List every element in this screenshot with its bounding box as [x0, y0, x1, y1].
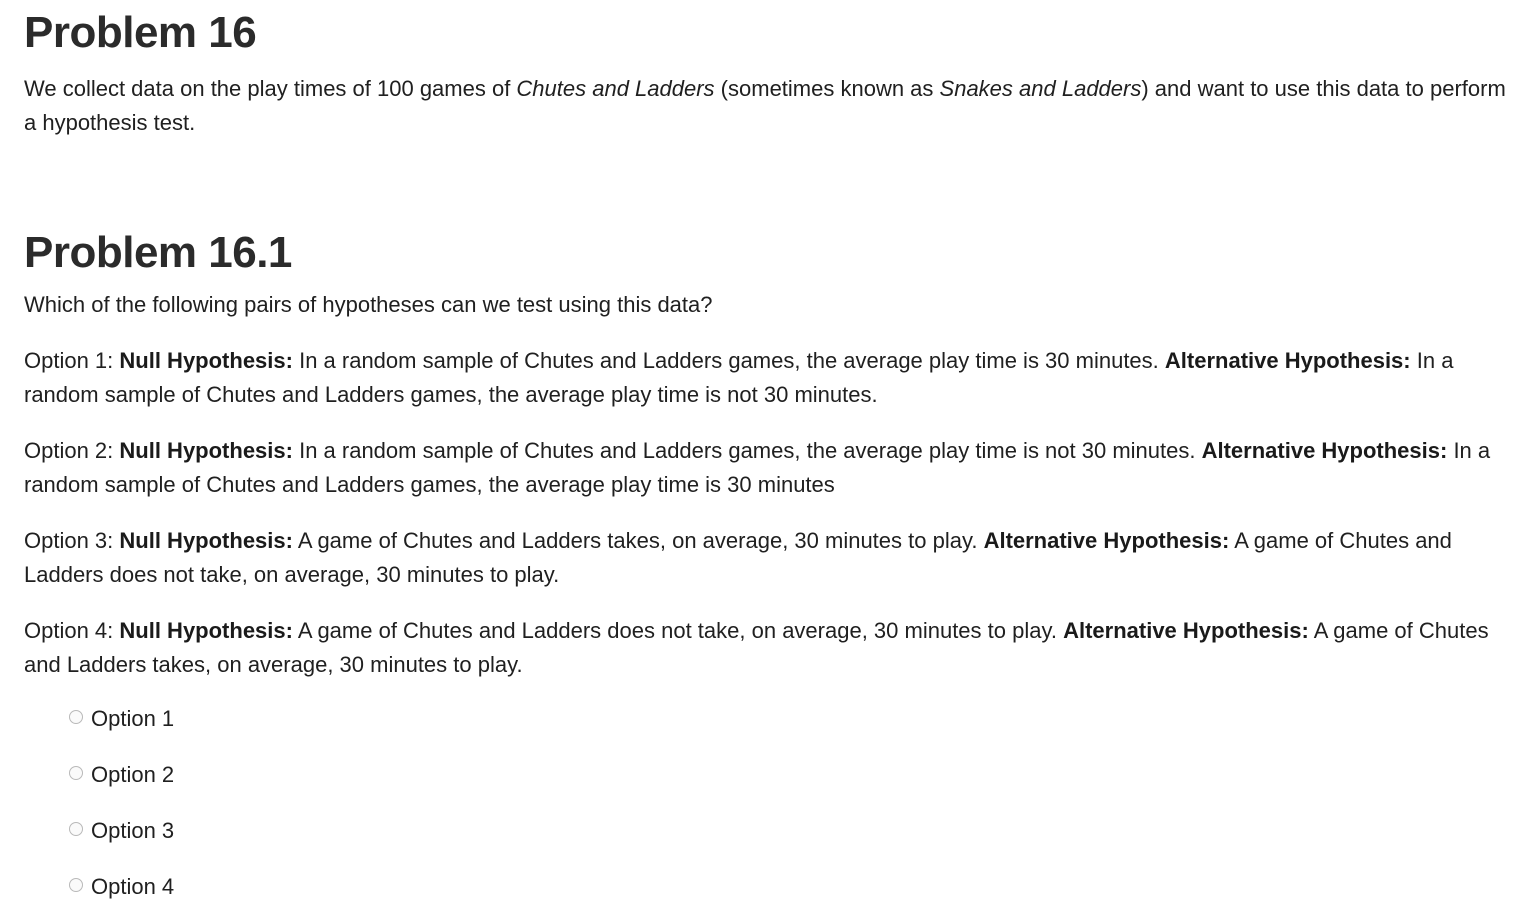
alternative-hypothesis-label: Alternative Hypothesis: — [1063, 618, 1309, 643]
intro-text-2: (sometimes known as — [714, 76, 940, 101]
answer-choice-option-1[interactable]: Option 1 — [69, 702, 1528, 736]
question-text: Which of the following pairs of hypothes… — [24, 292, 713, 317]
answer-choices: Option 1 Option 2 Option 3 Option 4 — [69, 702, 1528, 904]
radio-button[interactable] — [69, 766, 83, 780]
answer-choice-option-2[interactable]: Option 2 — [69, 758, 1528, 792]
option-prefix: Option 3: — [24, 528, 120, 553]
option-4-description: Option 4: Null Hypothesis: A game of Chu… — [24, 614, 1512, 682]
radio-button[interactable] — [69, 710, 83, 724]
choice-label[interactable]: Option 1 — [91, 702, 174, 736]
null-hypothesis-text: A game of Chutes and Ladders does not ta… — [292, 618, 1064, 643]
answer-choice-option-4[interactable]: Option 4 — [69, 870, 1528, 904]
game-title-chutes: Chutes and Ladders — [516, 76, 715, 101]
game-title-snakes: Snakes and Ladders — [939, 76, 1142, 101]
choice-label[interactable]: Option 2 — [91, 758, 174, 792]
problem-page: Problem 16 We collect data on the play t… — [0, 0, 1528, 916]
null-hypothesis-text: A game of Chutes and Ladders takes, on a… — [292, 528, 984, 553]
answer-choice-option-3[interactable]: Option 3 — [69, 814, 1528, 848]
option-prefix: Option 2: — [24, 438, 120, 463]
problem-title: Problem 16 — [24, 8, 257, 57]
choice-label[interactable]: Option 4 — [91, 870, 174, 904]
alternative-hypothesis-label: Alternative Hypothesis: — [1201, 438, 1448, 463]
problem-intro: We collect data on the play times of 100… — [24, 72, 1512, 140]
null-hypothesis-label: Null Hypothesis: — [119, 348, 293, 373]
option-prefix: Option 1: — [24, 348, 120, 373]
option-3-description: Option 3: Null Hypothesis: A game of Chu… — [24, 524, 1512, 592]
null-hypothesis-label: Null Hypothesis: — [119, 618, 293, 643]
option-2-description: Option 2: Null Hypothesis: In a random s… — [24, 434, 1512, 502]
radio-button[interactable] — [69, 822, 83, 836]
option-prefix: Option 4: — [24, 618, 120, 643]
alternative-hypothesis-label: Alternative Hypothesis: — [983, 528, 1230, 553]
alternative-hypothesis-label: Alternative Hypothesis: — [1164, 348, 1411, 373]
option-1-description: Option 1: Null Hypothesis: In a random s… — [24, 344, 1512, 412]
intro-text-1: We collect data on the play times of 100… — [24, 76, 517, 101]
null-hypothesis-label: Null Hypothesis: — [119, 438, 293, 463]
radio-button[interactable] — [69, 878, 83, 892]
null-hypothesis-text: In a random sample of Chutes and Ladders… — [292, 438, 1202, 463]
null-hypothesis-label: Null Hypothesis: — [119, 528, 293, 553]
choice-label[interactable]: Option 3 — [91, 814, 174, 848]
subproblem-title: Problem 16.1 — [24, 228, 292, 277]
null-hypothesis-text: In a random sample of Chutes and Ladders… — [292, 348, 1165, 373]
